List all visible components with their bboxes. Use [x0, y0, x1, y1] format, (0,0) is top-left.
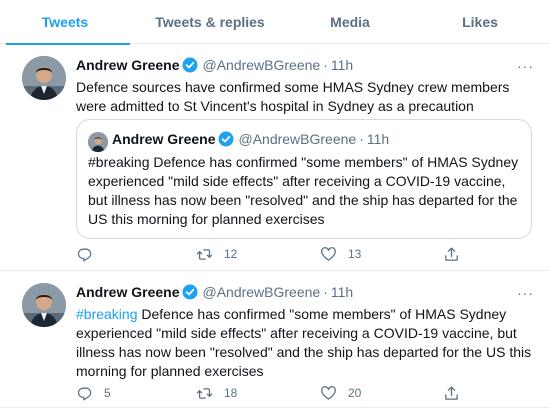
reply-button[interactable] [76, 246, 104, 263]
retweet-icon [196, 387, 213, 399]
share-button[interactable] [443, 385, 460, 402]
more-icon[interactable]: ··· [517, 58, 534, 74]
quoted-tweet-header: Andrew Greene @AndrewBGreene · 11h [112, 131, 389, 147]
author-name[interactable]: Andrew Greene [76, 57, 179, 73]
share-button[interactable] [443, 246, 460, 263]
tab-media[interactable]: Media [290, 0, 410, 44]
author-handle: @AndrewBGreene [238, 131, 357, 147]
retweet-icon [196, 248, 213, 260]
share-icon [445, 246, 458, 261]
tweet-timestamp[interactable]: 11h [331, 57, 353, 73]
separator-dot: · [323, 57, 328, 73]
verified-badge-icon [182, 284, 198, 300]
verified-badge-icon [218, 131, 234, 147]
reply-count: 5 [104, 386, 111, 400]
verified-badge-icon [182, 57, 198, 73]
heart-icon [321, 246, 336, 261]
more-icon[interactable]: ··· [517, 285, 534, 301]
hashtag-link[interactable]: #breaking [76, 306, 138, 322]
retweet-count: 12 [224, 247, 238, 261]
tweet-timestamp: 11h [366, 131, 390, 147]
tweet-text: #breaking Defence has confirmed "some me… [76, 305, 532, 381]
heart-icon [321, 385, 336, 400]
separator-dot: · [323, 284, 328, 300]
author-name: Andrew Greene [112, 131, 216, 147]
tweet-actions: 5 18 20 [76, 383, 532, 403]
reply-icon [77, 387, 92, 401]
tweet-text: Defence sources have confirmed some HMAS… [76, 79, 510, 114]
tab-tweets[interactable]: Tweets [0, 0, 130, 45]
retweet-count: 18 [224, 386, 238, 400]
tweet-timestamp[interactable]: 11h [331, 284, 353, 300]
share-icon [445, 385, 458, 400]
author-handle[interactable]: @AndrewBGreene [202, 57, 320, 73]
like-button[interactable]: 13 [320, 246, 361, 263]
avatar [88, 132, 108, 152]
avatar[interactable] [22, 283, 66, 327]
quoted-tweet-text: #breaking Defence has confirmed "some me… [88, 154, 519, 227]
reply-icon [77, 248, 92, 262]
tweet-actions: 12 13 [76, 244, 532, 264]
retweet-button[interactable]: 12 [196, 246, 237, 263]
tab-likes[interactable]: Likes [410, 0, 550, 44]
tweet[interactable]: Andrew Greene @AndrewBGreene · 11h ··· D… [0, 44, 550, 271]
tab-tweets-and-replies[interactable]: Tweets & replies [130, 0, 290, 44]
like-count: 13 [348, 247, 362, 261]
profile-tabs: Tweets Tweets & replies Media Likes [0, 0, 550, 45]
author-name[interactable]: Andrew Greene [76, 284, 179, 300]
reply-button[interactable]: 5 [76, 385, 111, 402]
separator-dot: · [359, 131, 364, 147]
avatar[interactable] [22, 56, 66, 100]
retweet-button[interactable]: 18 [196, 385, 237, 402]
like-count: 20 [348, 386, 362, 400]
tweet-header: Andrew Greene @AndrewBGreene · 11h [76, 57, 353, 73]
tweet-text-body: Defence has confirmed "some members" of … [76, 306, 532, 379]
author-handle[interactable]: @AndrewBGreene [202, 284, 320, 300]
tweet-header: Andrew Greene @AndrewBGreene · 11h [76, 284, 353, 300]
quoted-tweet[interactable]: Andrew Greene @AndrewBGreene · 11h #brea… [76, 119, 532, 239]
like-button[interactable]: 20 [320, 385, 361, 402]
